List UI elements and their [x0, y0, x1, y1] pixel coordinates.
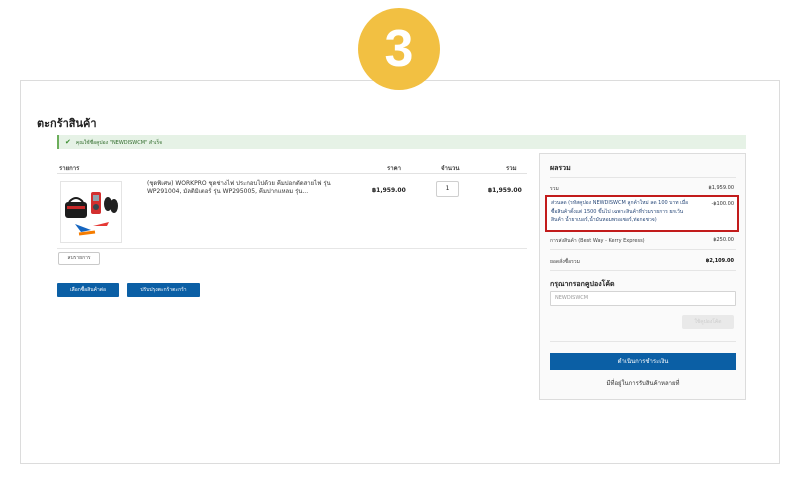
step-number-badge: 3: [358, 8, 440, 90]
shipping-label: การส่งสินค้า (Best Way - Kerry Express): [550, 238, 645, 244]
page-title: ตะกร้าสินค้า: [37, 117, 97, 130]
shipping-value: ฿250.00: [713, 237, 734, 243]
product-price: ฿1,959.00: [372, 187, 406, 194]
subtotal-label: รวม: [550, 186, 559, 192]
step-number: 3: [384, 20, 414, 78]
discount-label: ส่วนลด (รหัสคูปอง NEWDISWCM ลูกค้าใหม่ ล…: [551, 200, 689, 223]
cart-table-header: รายการ ราคา จำนวน รวม: [57, 160, 527, 174]
subtotal-value: ฿1,959.00: [708, 185, 734, 191]
notice-text: คุณใช้ชื่อคูปอง "NEWDISWCM" สำเร็จ: [75, 140, 163, 146]
apply-coupon-button[interactable]: ใช้คูปองโค้ด: [682, 315, 734, 329]
summary-divider: [550, 341, 736, 342]
grand-total-value: ฿2,109.00: [705, 258, 734, 264]
tool-kit-image: [65, 192, 118, 236]
grand-total-label: ยอดสั่งซื้อรวม: [550, 259, 580, 265]
header-total: รวม: [506, 165, 517, 172]
product-image[interactable]: [60, 181, 122, 243]
continue-shopping-button[interactable]: เลือกซื้อสินค้าต่อ: [57, 283, 119, 297]
product-line-total: ฿1,959.00: [488, 187, 522, 194]
header-item: รายการ: [59, 165, 80, 172]
coupon-title: กรุณากรอกคูปองโค้ด: [550, 280, 615, 288]
checkout-button[interactable]: ดำเนินการชำระเงิน: [550, 353, 736, 370]
remove-item-button[interactable]: ลบรายการ: [58, 252, 100, 265]
coupon-code-input[interactable]: NEWDISWCM: [550, 291, 736, 306]
check-icon: ✔: [65, 138, 71, 146]
summary-divider: [550, 177, 736, 178]
row-divider: [57, 248, 527, 249]
summary-divider: [550, 249, 736, 250]
summary-title: ผลรวม: [550, 164, 571, 172]
coupon-success-notice: ✔ คุณใช้ชื่อคูปอง "NEWDISWCM" สำเร็จ: [57, 135, 746, 149]
summary-divider: [550, 270, 736, 271]
header-price: ราคา: [387, 165, 401, 172]
quantity-input[interactable]: 1: [436, 181, 459, 197]
discount-value: -฿100.00: [711, 201, 734, 207]
multiple-addresses-link[interactable]: มีที่อยู่ในการรับสินค้าหลายที่: [550, 378, 736, 388]
update-cart-button[interactable]: ปรับปรุงตะกร้าตะกร้า: [127, 283, 200, 297]
header-qty: จำนวน: [441, 165, 460, 172]
product-name-link[interactable]: (ชุดพิเศษ) WORKPRO ชุดช่างไฟ ประกอบไปด้ว…: [147, 180, 357, 196]
